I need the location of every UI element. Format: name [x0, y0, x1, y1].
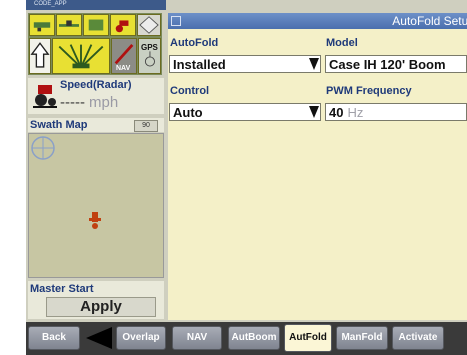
chevron-down-icon — [309, 58, 319, 70]
chevron-down-icon — [309, 106, 319, 118]
control-value: Auto — [173, 105, 203, 120]
master-start-title: Master Start — [30, 283, 94, 295]
pwm-frequency-value-group: 40 Hz — [329, 105, 363, 120]
nav-button[interactable]: NAV — [111, 38, 137, 74]
diamond-icon[interactable] — [137, 14, 161, 36]
master-start-panel: Master Start Apply — [28, 281, 164, 319]
autofold-setup-panel: AutoFold Setup AutoFold Installed Model … — [168, 13, 467, 320]
autofold-value: Installed — [173, 57, 226, 72]
boom-icon[interactable] — [56, 14, 82, 36]
model-select[interactable]: Case IH 120' Boom — [325, 55, 467, 73]
control-label: Control — [170, 85, 210, 97]
pwm-frequency-unit: Hz — [347, 105, 364, 120]
tractor-tool-icon[interactable] — [110, 14, 136, 36]
speed-dashes: ----- — [60, 94, 85, 111]
model-label: Model — [326, 37, 358, 49]
panel-title: AutoFold Setup — [392, 14, 467, 28]
pwm-frequency-input[interactable]: 40 Hz — [325, 103, 467, 121]
back-arrow-icon[interactable] — [86, 327, 112, 349]
swath-map-header: Swath Map 90 — [28, 118, 164, 132]
nav-tab-button[interactable]: NAV — [172, 326, 222, 350]
autboom-button[interactable]: AutBoom — [228, 326, 280, 350]
manfold-button[interactable]: ManFold — [336, 326, 388, 350]
back-button[interactable]: Back — [28, 326, 80, 350]
speed-panel: Speed(Radar) ----- mph — [28, 78, 164, 114]
pwm-frequency-value: 40 — [329, 105, 344, 120]
speed-label: Speed(Radar) — [60, 79, 132, 91]
overlap-button[interactable]: Overlap — [116, 326, 166, 350]
autofold-label: AutoFold — [170, 37, 219, 49]
app-screen: CODE_APP NAV GPS Speed(Radar) ----- mph … — [26, 0, 467, 355]
window-menu-icon[interactable] — [171, 16, 181, 26]
vehicle-marker-icon — [89, 212, 101, 229]
app-label: CODE_APP — [34, 1, 67, 7]
swath-map-zoom-badge[interactable]: 90 — [134, 120, 158, 132]
model-value: Case IH 120' Boom — [329, 57, 446, 72]
pwm-frequency-label: PWM Frequency — [326, 85, 412, 97]
panel-titlebar: AutoFold Setup — [168, 13, 467, 29]
up-arrow-icon[interactable] — [29, 38, 51, 74]
app-title-strip: CODE_APP — [26, 0, 166, 10]
tractor-icon — [33, 85, 57, 108]
nav-label: NAV — [116, 65, 131, 72]
autofold-select[interactable]: Installed — [169, 55, 321, 73]
control-select[interactable]: Auto — [169, 103, 321, 121]
swath-map-graphic — [31, 136, 101, 229]
speed-value: ----- mph — [60, 94, 118, 111]
speed-unit: mph — [88, 94, 119, 111]
fan-boom-icon[interactable] — [52, 38, 110, 74]
gps-button[interactable]: GPS — [138, 38, 161, 74]
swath-map-canvas[interactable] — [28, 133, 164, 278]
bottom-nav-bar: Back Overlap NAV AutBoom AutFold ManFold… — [26, 322, 467, 355]
swath-map-title: Swath Map — [30, 119, 88, 131]
autfold-button[interactable]: AutFold — [284, 324, 332, 352]
mode-icon-grid: NAV GPS — [28, 13, 162, 75]
sprayer-icon[interactable] — [29, 14, 55, 36]
field-icon[interactable] — [83, 14, 109, 36]
activate-button[interactable]: Activate — [392, 326, 444, 350]
apply-button[interactable]: Apply — [46, 297, 156, 317]
